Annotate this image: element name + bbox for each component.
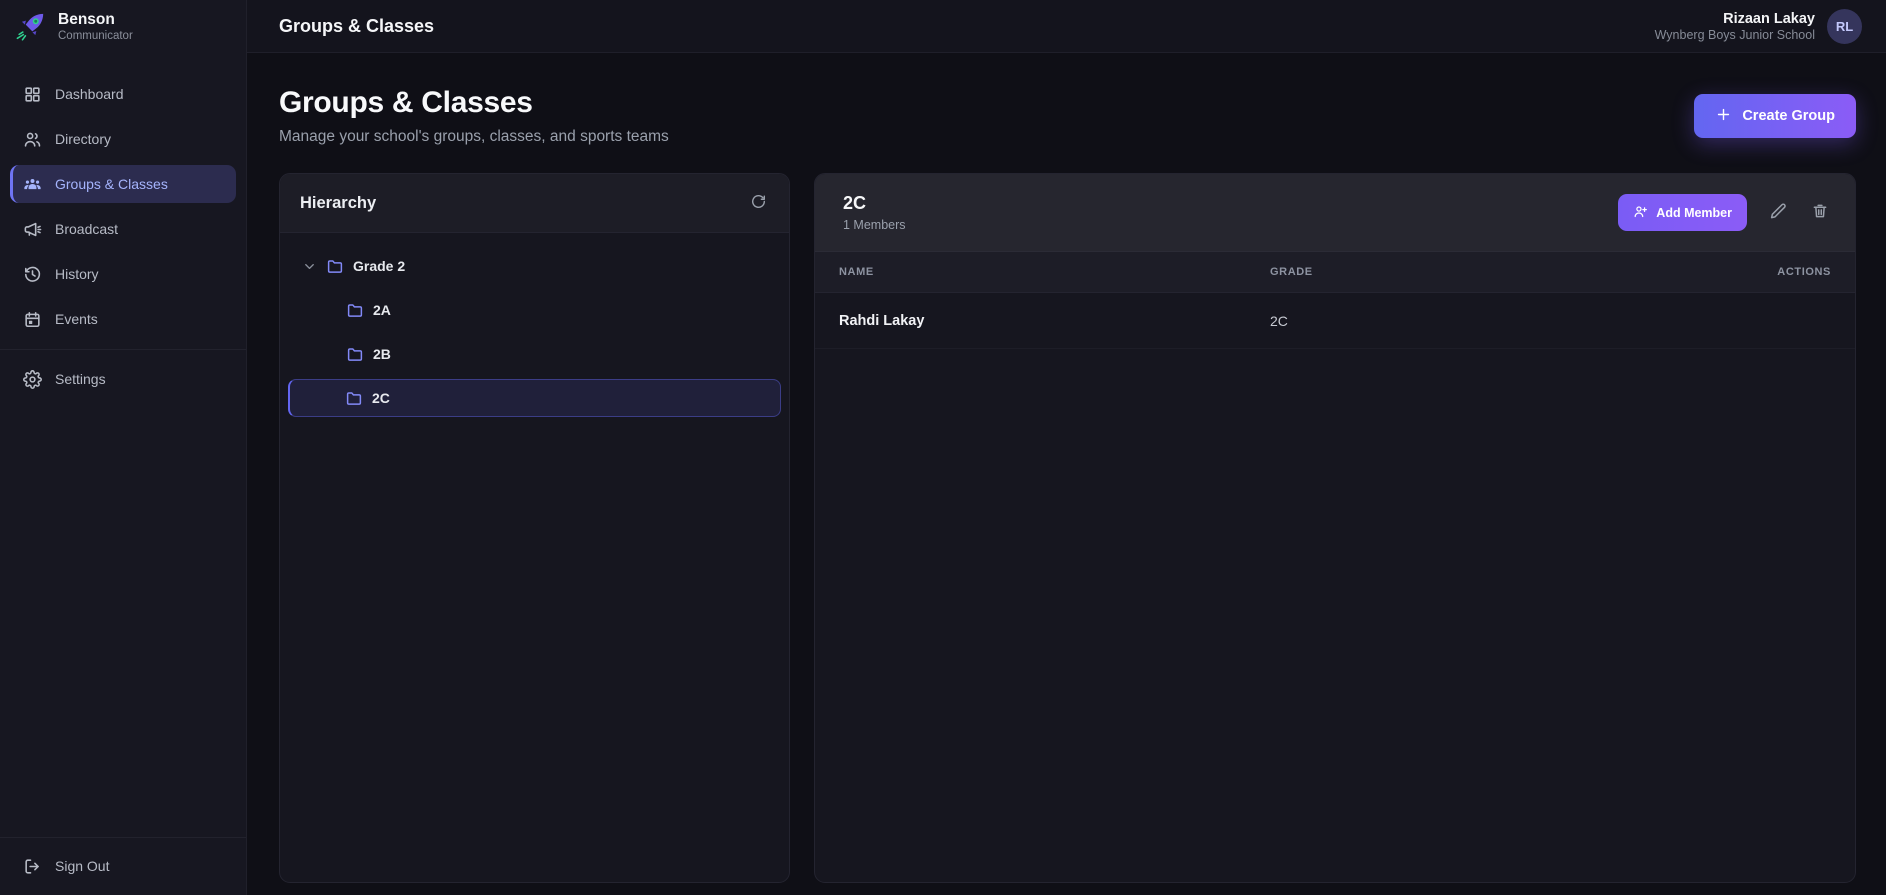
- user-school: Wynberg Boys Junior School: [1654, 27, 1815, 42]
- sidebar-item-label: Broadcast: [55, 221, 119, 237]
- sidebar-divider: [0, 349, 246, 350]
- sign-out-label: Sign Out: [55, 858, 110, 874]
- hierarchy-panel: Hierarchy Grade 2 2A 2B 2C: [279, 173, 790, 883]
- tree-item-label: Grade 2: [353, 258, 406, 274]
- sidebar-item[interactable]: Groups & Classes: [10, 165, 236, 203]
- page-header: Groups & Classes Manage your school's gr…: [279, 86, 1856, 146]
- folder-icon: [346, 301, 364, 319]
- tree-item[interactable]: 2A: [288, 291, 781, 329]
- avatar[interactable]: RL: [1827, 8, 1862, 44]
- delete-group-button[interactable]: [1809, 200, 1831, 225]
- sidebar-item-label: Dashboard: [55, 86, 124, 102]
- create-group-label: Create Group: [1742, 108, 1835, 124]
- sidebar-item[interactable]: History: [10, 255, 236, 293]
- hierarchy-tree: Grade 2 2A 2B 2C: [280, 233, 789, 437]
- folder-icon: [326, 257, 344, 275]
- group-members-count: 1 Members: [843, 218, 906, 232]
- rocket-icon: [13, 9, 48, 44]
- sidebar-item-label: Directory: [55, 131, 112, 147]
- brand-tagline: Communicator: [58, 29, 133, 42]
- sidebar-item[interactable]: Broadcast: [10, 210, 236, 248]
- members-table-header: NAME GRADE ACTIONS: [815, 252, 1855, 293]
- brand-name: Benson: [58, 11, 115, 29]
- col-name: NAME: [839, 266, 874, 278]
- brand: Benson Communicator: [0, 0, 246, 53]
- tree-item-label: 2A: [373, 302, 391, 318]
- sidebar-item[interactable]: Directory: [10, 120, 236, 158]
- create-group-button[interactable]: Create Group: [1694, 94, 1856, 138]
- edit-group-button[interactable]: [1767, 200, 1789, 225]
- tree-item-label: 2B: [373, 346, 391, 362]
- tree-item-label: 2C: [372, 390, 390, 406]
- page-content: Groups & Classes Manage your school's gr…: [247, 53, 1886, 895]
- page-title: Groups & Classes: [279, 86, 533, 119]
- sidebar-item-label: Settings: [55, 371, 106, 387]
- sidebar-item[interactable]: Settings: [10, 360, 236, 398]
- broadcast-icon: [23, 220, 42, 239]
- sidebar-item[interactable]: Dashboard: [10, 75, 236, 113]
- tree-item[interactable]: 2C: [288, 379, 781, 417]
- trash-icon: [1811, 202, 1829, 223]
- group-detail-header: 2C 1 Members Add Member: [815, 174, 1855, 252]
- tree-item[interactable]: 2B: [288, 335, 781, 373]
- hierarchy-header: Hierarchy: [280, 174, 789, 233]
- member-row: Rahdi Lakay 2C: [815, 293, 1855, 349]
- group-detail-panel: 2C 1 Members Add Member NAME GRADE ACTIO…: [814, 173, 1856, 883]
- chevron-down-icon[interactable]: [302, 259, 317, 274]
- sidebar-item-label: Events: [55, 311, 98, 327]
- member-grade: 2C: [1270, 312, 1288, 329]
- refresh-button[interactable]: [748, 191, 769, 215]
- members-table-body: Rahdi Lakay 2C: [815, 293, 1855, 349]
- refresh-icon: [750, 193, 767, 213]
- user-plus-icon: [1633, 204, 1648, 222]
- add-member-label: Add Member: [1656, 205, 1732, 220]
- col-actions: ACTIONS: [1777, 266, 1831, 278]
- member-name: Rahdi Lakay: [839, 312, 925, 329]
- main-area: Groups & Classes Rizaan Lakay Wynberg Bo…: [247, 0, 1886, 895]
- topbar-title: Groups & Classes: [279, 15, 435, 36]
- app-root: Benson Communicator Dashboard Directory: [0, 0, 1886, 895]
- sidebar: Benson Communicator Dashboard Directory: [0, 0, 247, 895]
- sidebar-nav-secondary: Settings: [0, 360, 246, 398]
- add-member-button[interactable]: Add Member: [1618, 194, 1747, 231]
- hierarchy-title: Hierarchy: [300, 193, 377, 212]
- settings-icon: [23, 369, 42, 389]
- sign-out-button[interactable]: Sign Out: [10, 847, 236, 885]
- dashboard-icon: [23, 85, 42, 104]
- user-block: Rizaan Lakay Wynberg Boys Junior School …: [1654, 8, 1862, 44]
- groups-icon: [23, 175, 42, 194]
- events-icon: [23, 310, 42, 329]
- sidebar-item-label: History: [55, 266, 99, 282]
- sidebar-item[interactable]: Events: [10, 300, 236, 338]
- col-grade: GRADE: [1270, 266, 1313, 278]
- sidebar-nav-main: Dashboard Directory Groups & Classes Bro…: [0, 75, 246, 338]
- user-name: Rizaan Lakay: [1723, 10, 1815, 27]
- directory-icon: [23, 130, 42, 149]
- history-icon: [23, 265, 42, 284]
- plus-icon: [1715, 106, 1732, 127]
- edit-icon: [1769, 202, 1787, 223]
- tree-item[interactable]: Grade 2: [288, 247, 781, 285]
- group-name: 2C: [843, 193, 867, 213]
- topbar: Groups & Classes Rizaan Lakay Wynberg Bo…: [247, 0, 1886, 53]
- page-subtitle: Manage your school's groups, classes, an…: [279, 128, 669, 145]
- folder-icon: [345, 389, 363, 407]
- folder-icon: [346, 345, 364, 363]
- sign-out-icon: [23, 857, 42, 876]
- sidebar-item-label: Groups & Classes: [55, 176, 168, 192]
